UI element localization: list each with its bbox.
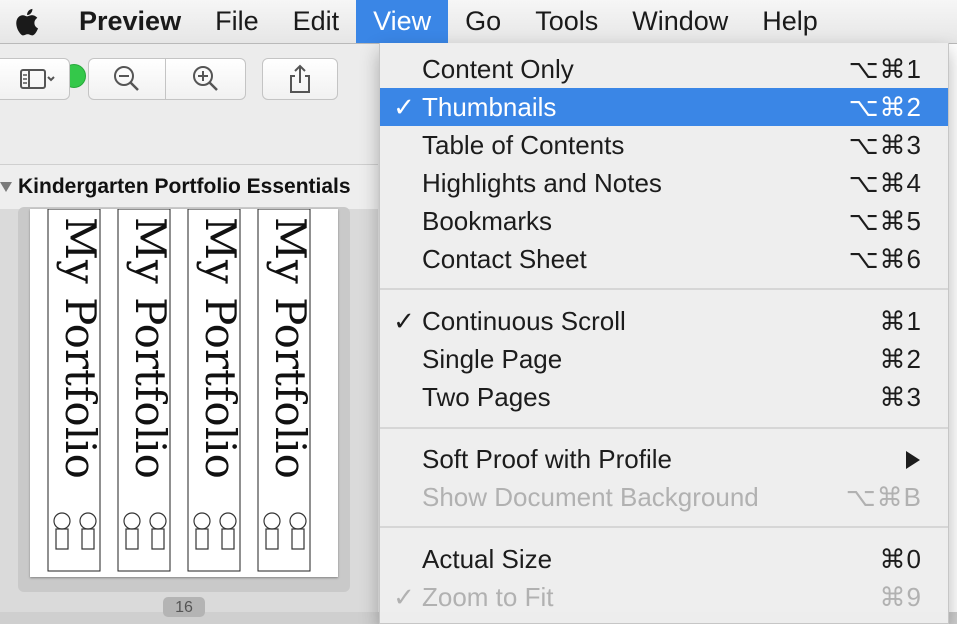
document-header: Kindergarten Portfolio Essentials (0, 164, 378, 210)
checkmark-icon: ✓ (393, 306, 415, 336)
menu-item-bookmarks[interactable]: Bookmarks ⌥⌘5 (380, 202, 948, 240)
menu-item-shortcut: ⌥⌘4 (848, 168, 922, 198)
menu-item-label: Two Pages (422, 382, 551, 412)
checkmark-icon: ✓ (393, 92, 415, 122)
sidebar-toggle-button[interactable] (0, 58, 70, 100)
menu-file[interactable]: File (198, 0, 276, 43)
menu-item-label: Actual Size (422, 544, 553, 574)
menu-item-label: Table of Contents (422, 130, 625, 160)
menu-item-shortcut: ⌘1 (879, 306, 922, 336)
menu-app-name[interactable]: Preview (79, 0, 198, 43)
menu-item-highlights-and-notes[interactable]: Highlights and Notes ⌥⌘4 (380, 164, 948, 202)
menu-item-contact-sheet[interactable]: Contact Sheet ⌥⌘6 (380, 240, 948, 278)
document-title: Kindergarten Portfolio Essentials (18, 175, 351, 198)
disclosure-triangle-icon[interactable] (0, 182, 12, 192)
menu-bar: Preview File Edit View Go Tools Window H… (0, 0, 957, 44)
zoom-in-icon (192, 66, 218, 91)
menu-separator (380, 526, 948, 528)
menu-item-shortcut: ⌥⌘3 (848, 130, 922, 160)
menu-separator (380, 288, 948, 290)
checkmark-icon: ✓ (393, 582, 415, 612)
menu-item-shortcut: ⌘0 (879, 544, 922, 574)
menu-item-soft-proof-with-profile[interactable]: Soft Proof with Profile (380, 440, 948, 478)
share-button[interactable] (262, 58, 338, 100)
portfolio-page-preview: My Portfolio My Portfolio My Portfolio M… (47, 208, 315, 572)
menu-item-label: Soft Proof with Profile (422, 444, 672, 474)
menu-item-continuous-scroll[interactable]: ✓ Continuous Scroll ⌘1 (380, 302, 948, 340)
thumbnail-sidebar: My Portfolio My Portfolio My Portfolio M… (0, 207, 378, 612)
submenu-arrow-icon (906, 451, 920, 469)
menu-item-two-pages[interactable]: Two Pages ⌘3 (380, 378, 948, 416)
menu-item-shortcut: ⌥⌘5 (848, 206, 922, 236)
menu-item-zoom-to-fit: ✓ Zoom to Fit ⌘9 (380, 578, 948, 616)
menu-item-actual-size[interactable]: Actual Size ⌘0 (380, 540, 948, 578)
thumbnail-strip-text: My Portfolio (56, 217, 105, 479)
menu-item-label: Zoom to Fit (422, 582, 554, 612)
menu-go[interactable]: Go (448, 0, 518, 43)
page-thumbnail[interactable]: My Portfolio My Portfolio My Portfolio M… (30, 208, 338, 577)
menu-item-shortcut: ⌥⌘2 (848, 92, 922, 122)
menu-item-shortcut: ⌥⌘6 (848, 244, 922, 274)
menu-item-shortcut: ⌥⌘B (845, 482, 922, 512)
menu-item-shortcut: ⌘9 (879, 582, 922, 612)
menu-item-table-of-contents[interactable]: Table of Contents ⌥⌘3 (380, 126, 948, 164)
share-icon (290, 64, 310, 93)
menu-item-shortcut: ⌘2 (879, 344, 922, 374)
apple-logo-icon[interactable] (13, 7, 39, 37)
zoom-out-icon (114, 66, 139, 91)
thumbnail-strip-text: My Portfolio (266, 217, 315, 479)
menu-item-label: Thumbnails (422, 92, 557, 122)
menu-help[interactable]: Help (745, 0, 835, 43)
menu-edit[interactable]: Edit (276, 0, 357, 43)
thumbnail-strip-text: My Portfolio (126, 217, 175, 479)
menu-tools[interactable]: Tools (518, 0, 615, 43)
page-number-badge: 16 (163, 597, 205, 617)
menu-item-label: Show Document Background (422, 482, 759, 512)
menu-window[interactable]: Window (615, 0, 745, 43)
menu-item-label: Continuous Scroll (422, 306, 626, 336)
zoom-out-button[interactable] (88, 58, 166, 100)
menu-view[interactable]: View (356, 0, 449, 43)
menu-separator (380, 427, 948, 429)
menu-item-label: Bookmarks (422, 206, 553, 236)
menu-item-label: Content Only (422, 54, 574, 84)
thumbnail-strip-text: My Portfolio (196, 217, 245, 479)
menu-item-label: Single Page (422, 344, 563, 374)
menu-item-shortcut: ⌘3 (879, 382, 922, 412)
menu-item-label: Contact Sheet (422, 244, 587, 274)
menu-item-shortcut: ⌥⌘1 (848, 54, 922, 84)
view-menu-dropdown: Content Only ⌥⌘1 ✓ Thumbnails ⌥⌘2 Table … (379, 43, 949, 624)
menu-item-thumbnails[interactable]: ✓ Thumbnails ⌥⌘2 (380, 88, 948, 126)
sidebar-icon (20, 69, 55, 89)
menu-item-show-document-background: Show Document Background ⌥⌘B (380, 478, 948, 516)
menu-item-content-only[interactable]: Content Only ⌥⌘1 (380, 50, 948, 88)
menu-item-label: Highlights and Notes (422, 168, 662, 198)
zoom-in-button[interactable] (166, 58, 246, 100)
menu-item-single-page[interactable]: Single Page ⌘2 (380, 340, 948, 378)
